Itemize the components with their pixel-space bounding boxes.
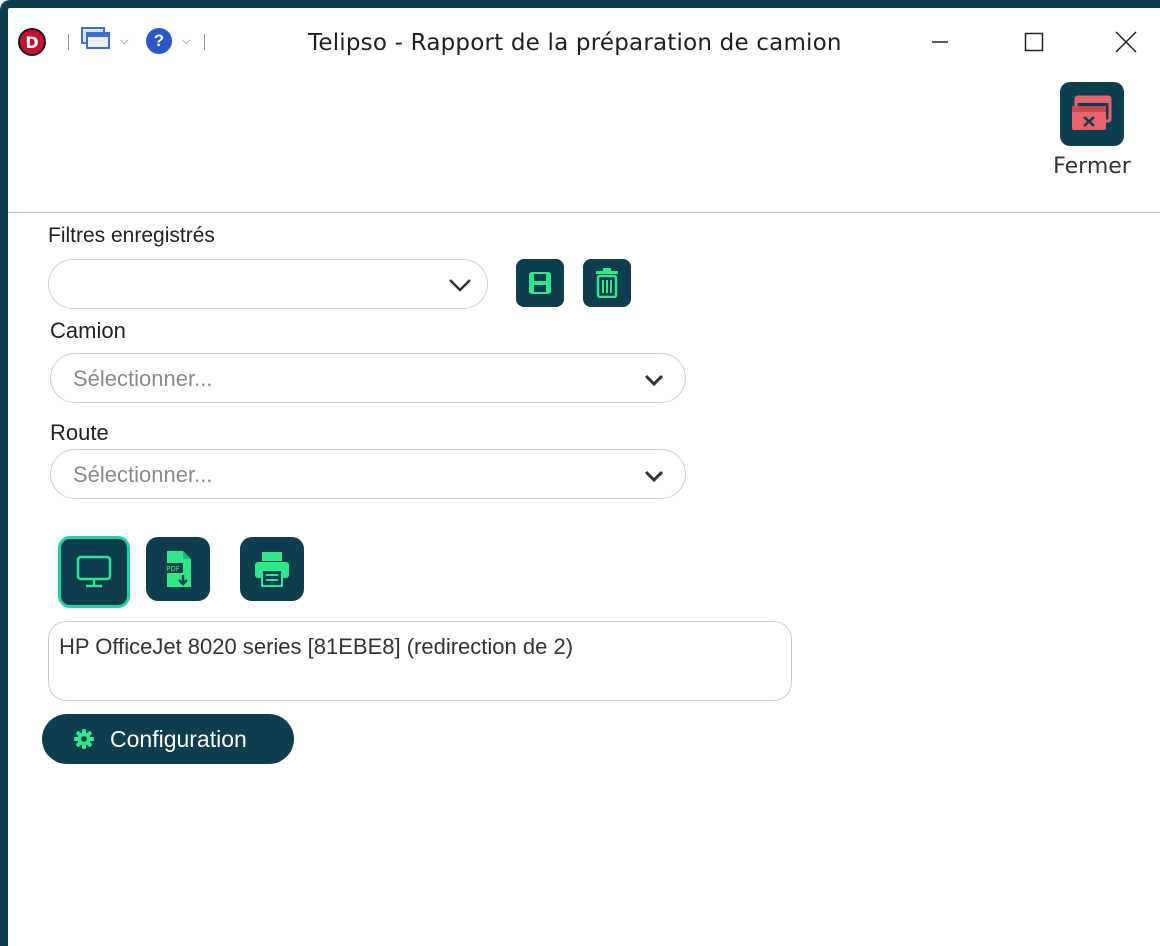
app-window: D ⌵ ? ⌵ Telipso - Rapport de la préparat… [0, 0, 1160, 946]
saved-filters-select[interactable] [48, 259, 488, 309]
chevron-down-icon [644, 374, 664, 387]
save-filter-button[interactable] [516, 259, 564, 307]
close-window-icon [1072, 95, 1112, 130]
close-button[interactable] [1106, 22, 1146, 62]
minimize-icon [932, 41, 948, 43]
maximize-button[interactable] [1014, 22, 1054, 62]
printer-field[interactable]: HP OfficeJet 8020 series [81EBE8] (redir… [48, 621, 792, 701]
route-label: Route [50, 420, 109, 445]
camion-label: Camion [50, 318, 126, 343]
minimize-button[interactable] [920, 22, 960, 62]
close-tool-button[interactable]: Fermer [1044, 82, 1140, 192]
monitor-icon [76, 555, 112, 588]
ribbon-divider [8, 212, 1160, 213]
gear-icon [74, 729, 94, 749]
pdf-export-button[interactable]: PDF [146, 537, 210, 601]
configuration-label: Configuration [110, 725, 247, 752]
printer-name: HP OfficeJet 8020 series [81EBE8] (redir… [59, 634, 574, 659]
print-button[interactable] [240, 537, 304, 601]
save-icon [529, 272, 551, 294]
app-logo-icon[interactable]: D [18, 28, 46, 56]
help-icon[interactable]: ? [146, 28, 172, 54]
title-bar-separator [204, 34, 205, 50]
chevron-down-icon [644, 470, 664, 483]
close-tool-label: Fermer [1053, 154, 1131, 179]
route-select[interactable]: Sélectionner... [50, 449, 686, 499]
route-placeholder: Sélectionner... [73, 462, 213, 487]
delete-filter-button[interactable] [583, 259, 631, 307]
maximize-icon [1024, 32, 1044, 52]
camion-placeholder: Sélectionner... [73, 366, 213, 391]
title-bar: D ⌵ ? ⌵ Telipso - Rapport de la préparat… [8, 8, 1160, 74]
printer-icon [255, 552, 289, 587]
trash-icon [596, 268, 618, 298]
svg-text:PDF: PDF [166, 565, 180, 573]
chevron-down-icon[interactable]: ⌵ [182, 34, 190, 48]
title-bar-separator [68, 34, 69, 50]
pdf-export-icon: PDF [163, 551, 191, 587]
screen-output-button[interactable] [58, 536, 130, 608]
close-tool-tile[interactable] [1060, 82, 1124, 146]
configuration-button[interactable]: Configuration [42, 714, 294, 764]
chevron-down-icon[interactable]: ⌵ [120, 34, 128, 48]
chevron-down-icon [449, 279, 471, 292]
camion-select[interactable]: Sélectionner... [50, 353, 686, 403]
windows-switch-icon[interactable] [80, 26, 114, 56]
close-icon [1115, 31, 1137, 53]
window-title: Telipso - Rapport de la préparation de c… [308, 30, 842, 56]
saved-filters-label: Filtres enregistrés [48, 224, 215, 247]
